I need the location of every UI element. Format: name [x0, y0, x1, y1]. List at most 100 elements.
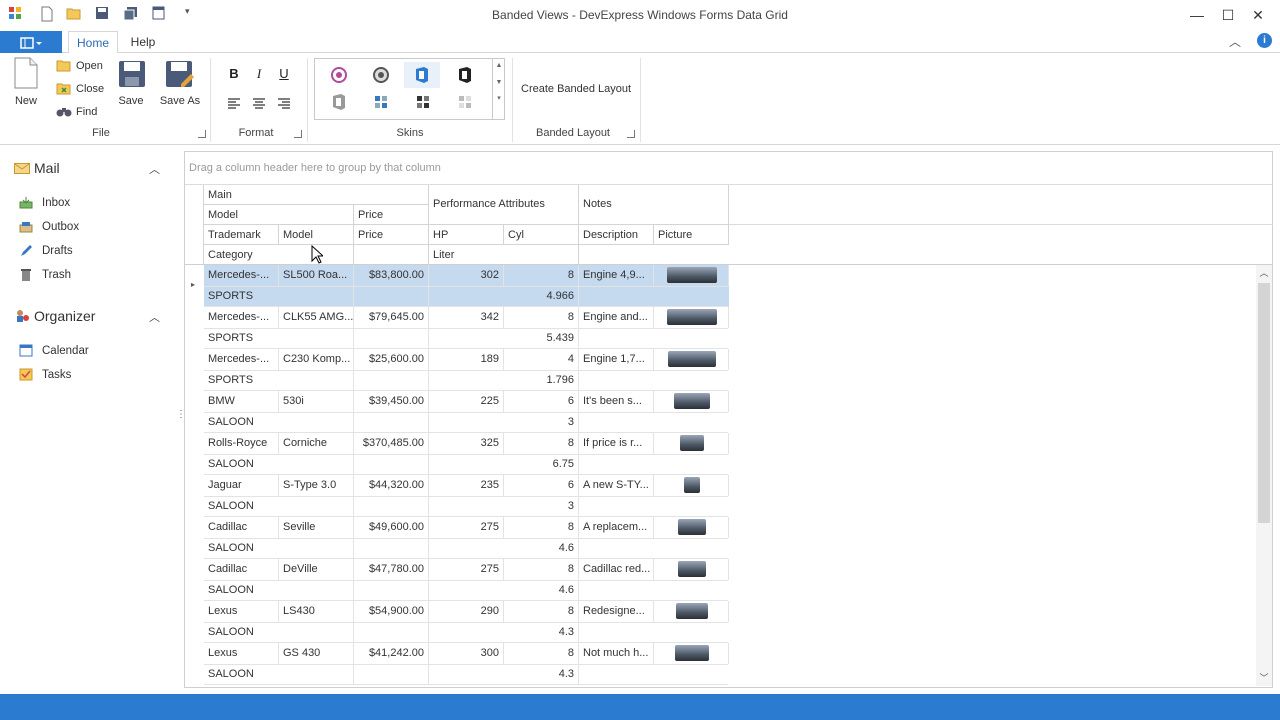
cell-description[interactable]: Engine 4,9...	[579, 265, 654, 286]
cell-trademark[interactable]: Mercedes-...	[204, 307, 279, 328]
underline-button[interactable]: U	[275, 66, 293, 81]
banded-group-launcher-icon[interactable]	[627, 130, 635, 138]
maximize-icon[interactable]: ☐	[1218, 6, 1238, 24]
cell-trademark[interactable]: Cadillac	[204, 517, 279, 538]
info-icon[interactable]: i	[1257, 33, 1272, 48]
cell-model[interactable]: Seville	[279, 517, 354, 538]
format-group-launcher-icon[interactable]	[294, 130, 302, 138]
cell-hp[interactable]: 225	[429, 391, 504, 412]
skin-blue-tiles-icon[interactable]	[374, 95, 388, 112]
cell-hp[interactable]: 275	[429, 517, 504, 538]
nav-item-inbox[interactable]: Inbox	[42, 197, 70, 209]
cell-picture[interactable]	[654, 517, 729, 538]
close-button[interactable]: Close	[76, 83, 104, 95]
cell-cyl[interactable]: 8	[504, 517, 579, 538]
cell-price[interactable]: $44,320.00	[354, 475, 429, 496]
cell-price[interactable]: $54,900.00	[354, 601, 429, 622]
save-all-icon[interactable]	[123, 6, 139, 22]
find-button[interactable]: Find	[76, 106, 97, 118]
skin-dark-tiles-icon[interactable]	[416, 95, 430, 112]
column-header-cyl[interactable]: Cyl	[504, 225, 579, 245]
cell-model[interactable]: CLK55 AMG...	[279, 307, 354, 328]
column-header-description[interactable]: Description	[579, 225, 654, 245]
cell-hp[interactable]: 275	[429, 559, 504, 580]
nav-item-outbox[interactable]: Outbox	[42, 221, 79, 233]
column-header-picture[interactable]: Picture	[654, 225, 729, 245]
column-header-hp[interactable]: HP	[429, 225, 504, 245]
group-panel[interactable]: Drag a column header here to group by th…	[185, 152, 1272, 185]
organizer-collapse-icon[interactable]: ︿	[149, 309, 160, 325]
nav-item-drafts[interactable]: Drafts	[42, 245, 73, 257]
mail-group-header[interactable]: Mail	[34, 160, 60, 176]
cell-trademark[interactable]: Lexus	[204, 601, 279, 622]
skin-dark-icon[interactable]	[373, 67, 389, 86]
skin-gallery-scroll[interactable]: ▲ ▼ ▾	[492, 58, 505, 120]
cell-liter[interactable]: 4.3	[429, 622, 579, 643]
scrollbar-thumb[interactable]	[1258, 283, 1270, 523]
skin-office-white-icon[interactable]	[331, 93, 347, 114]
cell-trademark[interactable]: Mercedes-...	[204, 265, 279, 286]
cell-category[interactable]: SPORTS	[204, 328, 354, 349]
cell-cyl[interactable]: 8	[504, 265, 579, 286]
skin-office-blue-selected[interactable]	[404, 62, 440, 88]
create-banded-layout-button[interactable]: Create Banded Layout	[521, 83, 631, 95]
cell-price[interactable]: $41,242.00	[354, 643, 429, 664]
cell-category[interactable]: SALOON	[204, 454, 354, 475]
band-price[interactable]: Price	[354, 205, 429, 225]
cell-picture[interactable]	[654, 643, 729, 664]
open-button[interactable]: Open	[76, 60, 103, 72]
cell-model[interactable]: LS430	[279, 601, 354, 622]
cell-hp[interactable]: 325	[429, 433, 504, 454]
cell-hp[interactable]: 302	[429, 265, 504, 286]
bold-button[interactable]: B	[225, 66, 243, 81]
save-as-button[interactable]: Save As	[157, 95, 203, 107]
cell-description[interactable]: Not much h...	[579, 643, 654, 664]
cell-liter[interactable]: 4.6	[429, 538, 579, 559]
column-header-model[interactable]: Model	[279, 225, 354, 245]
cell-description[interactable]: Engine and...	[579, 307, 654, 328]
cell-picture[interactable]	[654, 475, 729, 496]
skin-office-black-icon[interactable]	[457, 66, 473, 87]
new-document-icon[interactable]	[40, 6, 56, 22]
save-large-icon[interactable]	[118, 60, 146, 88]
align-right-icon[interactable]	[277, 98, 291, 113]
band-performance-attributes[interactable]: Performance Attributes	[429, 185, 579, 225]
cell-price[interactable]: $49,600.00	[354, 517, 429, 538]
file-group-launcher-icon[interactable]	[198, 130, 206, 138]
cell-picture[interactable]	[654, 433, 729, 454]
cell-category[interactable]: SPORTS	[204, 370, 354, 391]
cell-model[interactable]: S-Type 3.0	[279, 475, 354, 496]
cell-picture[interactable]	[654, 559, 729, 580]
open-folder-icon[interactable]	[66, 6, 82, 22]
cell-category[interactable]: SALOON	[204, 580, 354, 601]
cell-liter[interactable]: 1.796	[429, 370, 579, 391]
customize-toolbar-icon[interactable]: ▾	[185, 6, 201, 22]
tab-home[interactable]: Home	[68, 31, 118, 54]
cell-model[interactable]: 530i	[279, 391, 354, 412]
band-main[interactable]: Main	[204, 185, 429, 205]
cell-category[interactable]: SALOON	[204, 664, 354, 685]
new-button[interactable]: New	[8, 95, 44, 107]
cell-category[interactable]: SALOON	[204, 622, 354, 643]
cell-liter[interactable]: 4.966	[429, 286, 579, 307]
scroll-up-icon[interactable]: ︿	[1256, 265, 1272, 281]
cell-category[interactable]: SPORTS	[204, 286, 354, 307]
cell-cyl[interactable]: 8	[504, 559, 579, 580]
skin-light-tiles-icon[interactable]	[458, 95, 472, 112]
cell-price[interactable]: $83,800.00	[354, 265, 429, 286]
cell-price[interactable]: $79,645.00	[354, 307, 429, 328]
skin-devexpress-icon[interactable]	[331, 67, 347, 86]
cell-liter[interactable]: 3	[429, 496, 579, 517]
save-button[interactable]: Save	[113, 95, 149, 107]
cell-liter[interactable]: 4.6	[429, 580, 579, 601]
cell-trademark[interactable]: Mercedes-...	[204, 349, 279, 370]
close-icon[interactable]: ✕	[1248, 6, 1268, 24]
cell-cyl[interactable]: 8	[504, 601, 579, 622]
band-model[interactable]: Model	[204, 205, 354, 225]
cell-description[interactable]: A new S-TY...	[579, 475, 654, 496]
cell-description[interactable]: Cadillac red...	[579, 559, 654, 580]
cell-description[interactable]: Engine 1,7...	[579, 349, 654, 370]
cell-description[interactable]: A replacem...	[579, 517, 654, 538]
tab-help[interactable]: Help	[124, 31, 162, 54]
vertical-scrollbar[interactable]: ︿ ﹀	[1256, 265, 1272, 686]
